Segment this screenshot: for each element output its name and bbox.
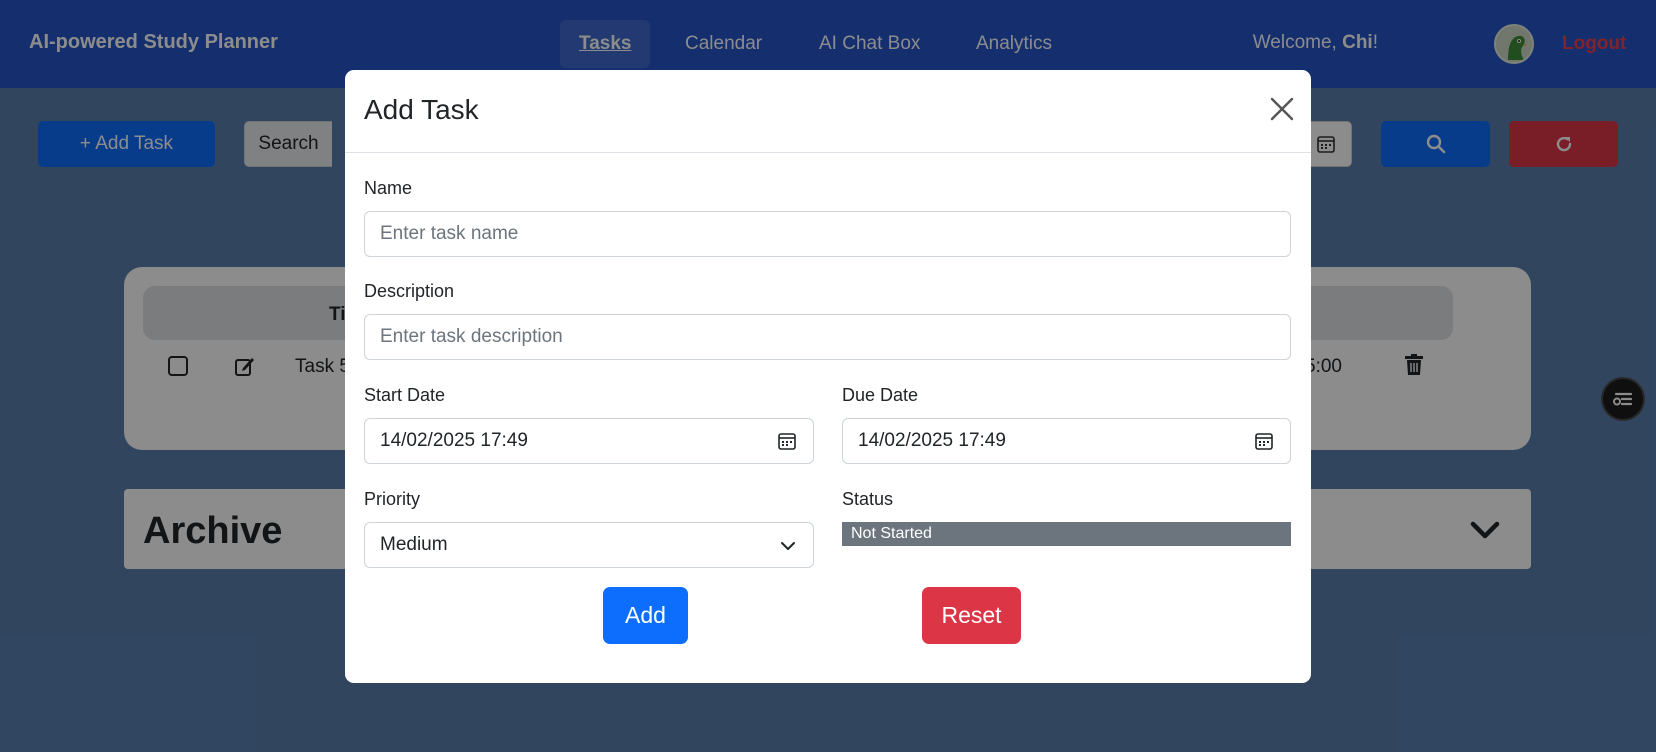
modal-title: Add Task [364,94,479,125]
calendar-icon[interactable] [1254,431,1274,451]
task-name-input[interactable] [364,211,1291,257]
reset-button[interactable]: Reset [922,587,1021,644]
due-date-input[interactable]: 14/02/2025 17:49 [842,418,1291,464]
status-value: Not Started [851,525,932,542]
priority-label: Priority [364,489,421,509]
chevron-down-icon [781,542,795,550]
due-date-value: 14/02/2025 17:49 [858,430,1006,451]
status-label: Status [842,489,894,509]
status-select[interactable]: Not Started [842,522,1291,546]
add-task-modal: Add Task Name Description Start Date 14/… [345,70,1311,683]
task-description-input[interactable] [364,314,1291,360]
priority-value: Medium [380,534,448,555]
start-date-value: 14/02/2025 17:49 [380,430,528,451]
description-label: Description [364,281,455,301]
name-label: Name [364,178,413,198]
modal-header: Add Task [345,70,1311,153]
priority-select[interactable]: Medium [364,522,814,568]
start-date-label: Start Date [364,385,446,405]
add-button[interactable]: Add [603,587,688,644]
close-icon[interactable] [1269,96,1295,122]
calendar-icon[interactable] [777,431,797,451]
start-date-input[interactable]: 14/02/2025 17:49 [364,418,814,464]
due-date-label: Due Date [842,385,919,405]
